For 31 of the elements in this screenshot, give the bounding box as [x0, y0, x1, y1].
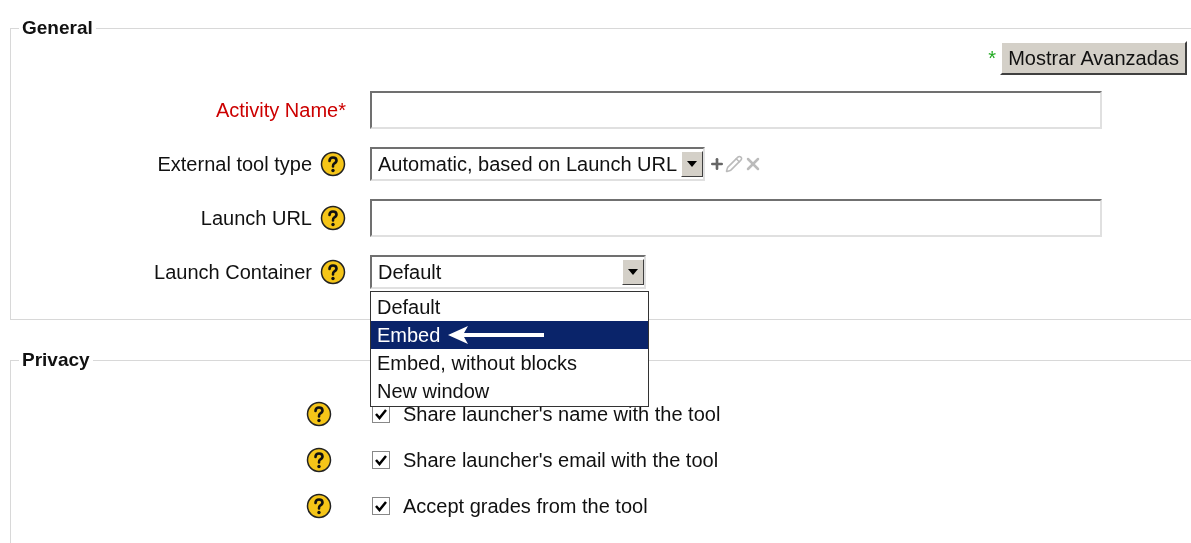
- help-icon[interactable]: [306, 492, 332, 519]
- plus-icon[interactable]: [709, 155, 726, 172]
- help-icon[interactable]: [320, 204, 346, 231]
- text-field[interactable]: [370, 198, 1102, 237]
- field-label: External tool type: [157, 151, 312, 177]
- checkbox[interactable]: [372, 450, 390, 469]
- advanced-button[interactable]: Mostrar Avanzadas: [1000, 40, 1187, 75]
- field-label: Launch URL: [200, 205, 312, 231]
- field-label: Activity Name*: [215, 97, 346, 123]
- checkbox[interactable]: [372, 496, 390, 515]
- help-icon[interactable]: [320, 150, 346, 177]
- checkbox-label: Share launcher's email with the tool: [403, 447, 719, 473]
- field-label: Launch Container: [154, 259, 312, 285]
- select-field[interactable]: Automatic, based on Launch URL: [370, 146, 706, 181]
- dropdown-option[interactable]: Embed, without blocks: [371, 348, 648, 377]
- advanced-marker: *: [988, 45, 997, 71]
- dropdown-option[interactable]: Default: [371, 292, 648, 321]
- text-field[interactable]: [370, 90, 1102, 129]
- caret-icon: [628, 268, 638, 275]
- help-icon[interactable]: [306, 446, 332, 473]
- arrow-icon: [448, 324, 547, 345]
- help-icon[interactable]: [320, 258, 346, 285]
- section-legend: Privacy: [19, 346, 93, 375]
- dropdown-arrow-button[interactable]: [622, 258, 644, 285]
- caret-icon: [687, 160, 698, 167]
- dropdown-option[interactable]: Embed: [371, 320, 648, 349]
- dropdown-arrow-button[interactable]: [681, 150, 704, 177]
- select-field[interactable]: Default: [370, 254, 646, 289]
- help-icon[interactable]: [306, 400, 332, 427]
- section-legend: General: [19, 14, 96, 43]
- checkbox-label: Accept grades from the tool: [403, 493, 648, 519]
